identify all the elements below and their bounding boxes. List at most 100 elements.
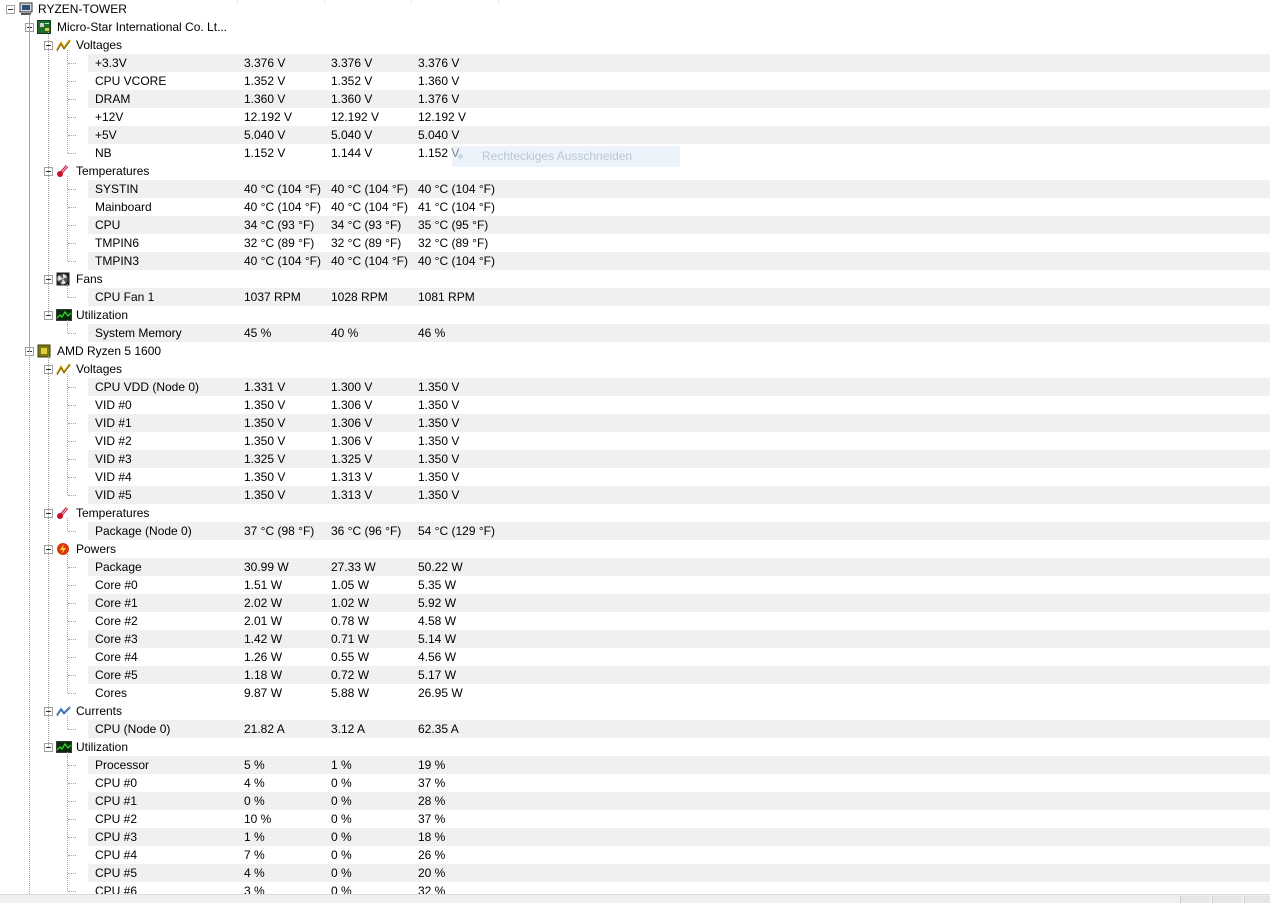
tree-connector-line [68,477,76,478]
device-row[interactable]: AMD Ryzen 5 1600 [0,342,1270,360]
value-current: 1.350 V [244,398,286,412]
sensor-row[interactable]: DRAM 1.360 V 1.360 V 1.376 V [0,90,1270,108]
sensor-row[interactable]: TMPIN3 40 °C (104 °F) 40 °C (104 °F) 40 °C … [0,252,1270,270]
sensor-row[interactable]: TMPIN6 32 °C (89 °F) 32 °C (89 °F) 32 °C (8… [0,234,1270,252]
sensor-row[interactable]: Core #5 1.18 W 0.72 W 5.17 W [0,666,1270,684]
node-label: VID #4 [95,470,132,484]
category-row[interactable]: Utilization [0,306,1270,324]
node-label: CPU #1 [95,794,138,808]
value-max: 5.17 W [418,668,457,682]
value-max: 5.92 W [418,596,457,610]
snipping-tooltip: Rechteckiges Ausschneiden [452,146,680,167]
node-label: +12V [95,110,124,124]
value-max: 1.360 V [418,74,460,88]
value-current: 1.325 V [244,452,286,466]
sensor-row[interactable]: CPU VCORE 1.352 V 1.352 V 1.360 V [0,72,1270,90]
sensor-row[interactable]: CPU #3 1 % 0 % 18 % [0,828,1270,846]
node-label: DRAM [95,92,131,106]
value-current: 45 % [244,326,272,340]
sensor-row[interactable]: Mainboard 40 °C (104 °F) 40 °C (104 °F) 41 … [0,198,1270,216]
sensor-row[interactable]: CPU VDD (Node 0) 1.331 V 1.300 V 1.350 V [0,378,1270,396]
tree-connector-line [68,135,76,136]
tree-connector-line [68,261,76,262]
category-row[interactable]: Powers [0,540,1270,558]
sensor-row[interactable]: VID #5 1.350 V 1.313 V 1.350 V [0,486,1270,504]
sensor-row[interactable]: CPU #6 3 % 0 % 32 % [0,882,1270,894]
tree-connector-line [68,801,76,802]
sensor-row[interactable]: Cores 9.87 W 5.88 W 26.95 W [0,684,1270,702]
sensor-row[interactable]: VID #0 1.350 V 1.306 V 1.350 V [0,396,1270,414]
sensor-row[interactable]: CPU (Node 0) 21.82 A 3.12 A 62.35 A [0,720,1270,738]
value-max: 1081 RPM [418,290,475,304]
value-min: 1.306 V [331,434,373,448]
tree-connector-line [68,837,76,838]
node-label: Voltages [76,38,123,52]
value-current: 9.87 W [244,686,283,700]
category-row[interactable]: Voltages [0,36,1270,54]
node-label: CPU #3 [95,830,138,844]
device-row[interactable]: Micro-Star International Co. Lt... [0,18,1270,36]
value-current: 37 °C (98 °F) [244,524,315,538]
sensor-row[interactable]: CPU #2 10 % 0 % 37 % [0,810,1270,828]
tree-connector-line [68,243,76,244]
tree-connector-line [29,14,30,894]
value-current: 1 % [244,830,265,844]
value-max: 18 % [418,830,446,844]
sensor-row[interactable]: Core #0 1.51 W 1.05 W 5.35 W [0,576,1270,594]
value-current: 40 °C (104 °F) [244,182,321,196]
category-row[interactable]: Currents [0,702,1270,720]
tree-connector-line [68,819,76,820]
tree-connector-line [68,459,76,460]
value-max: 1.376 V [418,92,460,106]
sensor-row[interactable]: Core #2 2.01 W 0.78 W 4.58 W [0,612,1270,630]
sensor-row[interactable]: VID #4 1.350 V 1.313 V 1.350 V [0,468,1270,486]
sensor-row[interactable]: System Memory 45 % 40 % 46 % [0,324,1270,342]
category-row[interactable]: Voltages [0,360,1270,378]
sensor-row[interactable]: +12V 12.192 V 12.192 V 12.192 V [0,108,1270,126]
sensor-row[interactable]: Core #1 2.02 W 1.02 W 5.92 W [0,594,1270,612]
collapse-toggle-icon[interactable] [6,5,15,14]
sensor-row[interactable]: Core #3 1.42 W 0.71 W 5.14 W [0,630,1270,648]
sensor-row[interactable]: VID #3 1.325 V 1.325 V 1.350 V [0,450,1270,468]
sensor-row[interactable]: +5V 5.040 V 5.040 V 5.040 V [0,126,1270,144]
value-max: 12.192 V [418,110,467,124]
sensor-row[interactable]: Core #4 1.26 W 0.55 W 4.56 W [0,648,1270,666]
sensor-row[interactable]: VID #2 1.350 V 1.306 V 1.350 V [0,432,1270,450]
value-min: 0.78 W [331,614,370,628]
sensor-row[interactable]: CPU #0 4 % 0 % 37 % [0,774,1270,792]
node-label: CPU #6 [95,884,138,894]
sensor-row[interactable]: CPU #4 7 % 0 % 26 % [0,846,1270,864]
tree-connector-line [67,716,68,729]
value-max: 1.350 V [418,452,460,466]
sensor-row[interactable]: VID #1 1.350 V 1.306 V 1.350 V [0,414,1270,432]
value-min: 1.02 W [331,596,370,610]
sensor-row[interactable]: CPU 34 °C (93 °F) 34 °C (93 °F) 35 °C (95 °… [0,216,1270,234]
sensor-row[interactable]: SYSTIN 40 °C (104 °F) 40 °C (104 °F) 40 °C … [0,180,1270,198]
sensor-row[interactable]: CPU #1 0 % 0 % 28 % [0,792,1270,810]
tree-connector-line [68,189,76,190]
sensor-row[interactable]: CPU #5 4 % 0 % 20 % [0,864,1270,882]
value-current: 1.18 W [244,668,283,682]
category-row[interactable]: Fans [0,270,1270,288]
tree-connector-line [67,752,68,891]
value-max: 62.35 A [418,722,459,736]
sensor-tree[interactable]: RYZEN-TOWER Micro-Star International Co. … [0,0,1270,894]
value-max: 19 % [418,758,446,772]
node-label: Package (Node 0) [95,524,192,538]
category-row[interactable]: Temperatures [0,504,1270,522]
node-label: CPU Fan 1 [95,290,155,304]
value-max: 40 °C (104 °F) [418,182,495,196]
sensor-row[interactable]: +3.3V 3.376 V 3.376 V 3.376 V [0,54,1270,72]
tree-connector-line [67,554,68,693]
tree-connector-line [68,81,76,82]
sensor-row[interactable]: Package (Node 0) 37 °C (98 °F) 36 °C (96 °… [0,522,1270,540]
sensor-row[interactable]: Processor 5 % 1 % 19 % [0,756,1270,774]
tree-root-row[interactable]: RYZEN-TOWER [0,0,1270,18]
sensor-row[interactable]: Package 30.99 W 27.33 W 50.22 W [0,558,1270,576]
category-row[interactable]: Utilization [0,738,1270,756]
value-min: 5.040 V [331,128,373,142]
tree-connector-line [68,585,76,586]
sensor-row[interactable]: CPU Fan 1 1037 RPM 1028 RPM 1081 RPM [0,288,1270,306]
value-current: 0 % [244,794,265,808]
tree-connector-line [68,765,76,766]
